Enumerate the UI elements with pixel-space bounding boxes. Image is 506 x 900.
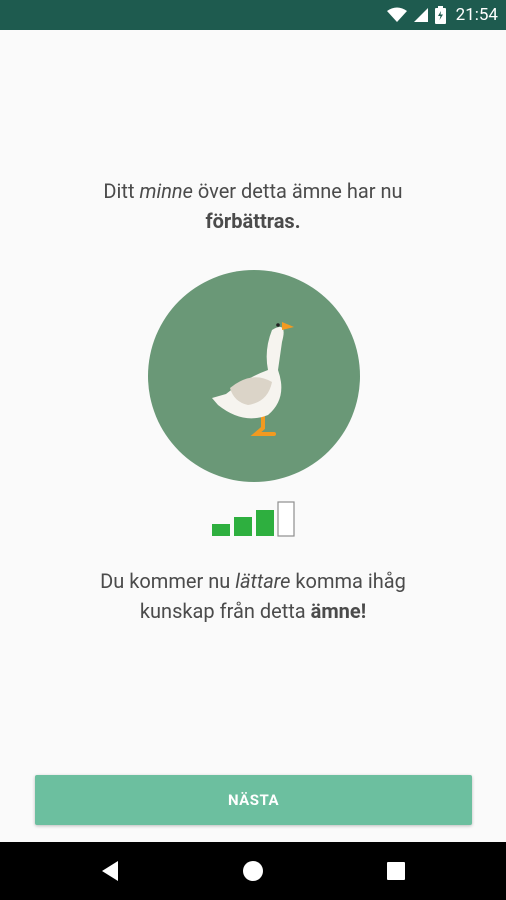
strength-bar <box>212 524 230 536</box>
home-icon[interactable] <box>238 856 268 886</box>
message-text: Du kommer nu <box>100 569 236 593</box>
back-icon[interactable] <box>96 856 126 886</box>
message-text: kunskap från detta <box>139 599 311 623</box>
cellular-signal-icon <box>413 8 428 22</box>
strength-bar <box>256 510 274 536</box>
navigation-bar <box>0 842 506 900</box>
message-emphasis: lättare <box>235 569 291 593</box>
strength-bar <box>234 517 252 536</box>
message-text: komma ihåg <box>290 569 406 593</box>
message-text: Ditt <box>103 179 140 203</box>
message-strong: ämne! <box>310 599 367 623</box>
memory-improved-message: Ditt minne över detta ämne har nu förbät… <box>0 176 506 236</box>
battery-icon <box>434 6 446 24</box>
message-emphasis: minne <box>139 179 193 203</box>
status-icons: 21:54 <box>386 0 498 30</box>
status-bar: 21:54 <box>0 0 506 30</box>
next-button[interactable]: NÄSTA <box>35 775 472 825</box>
strength-bar-empty <box>277 501 295 537</box>
goose-illustration <box>212 322 294 436</box>
memory-strength-indicator <box>212 501 295 537</box>
message-text: över detta ämne har nu <box>192 179 403 203</box>
message-strong: förbättras. <box>205 209 301 233</box>
goose-illustration-circle <box>148 270 360 482</box>
wifi-icon <box>386 7 407 22</box>
status-time: 21:54 <box>455 5 498 25</box>
remember-easier-message: Du kommer nu lättare komma ihåg kunskap … <box>0 566 506 626</box>
recents-icon[interactable] <box>381 856 411 886</box>
